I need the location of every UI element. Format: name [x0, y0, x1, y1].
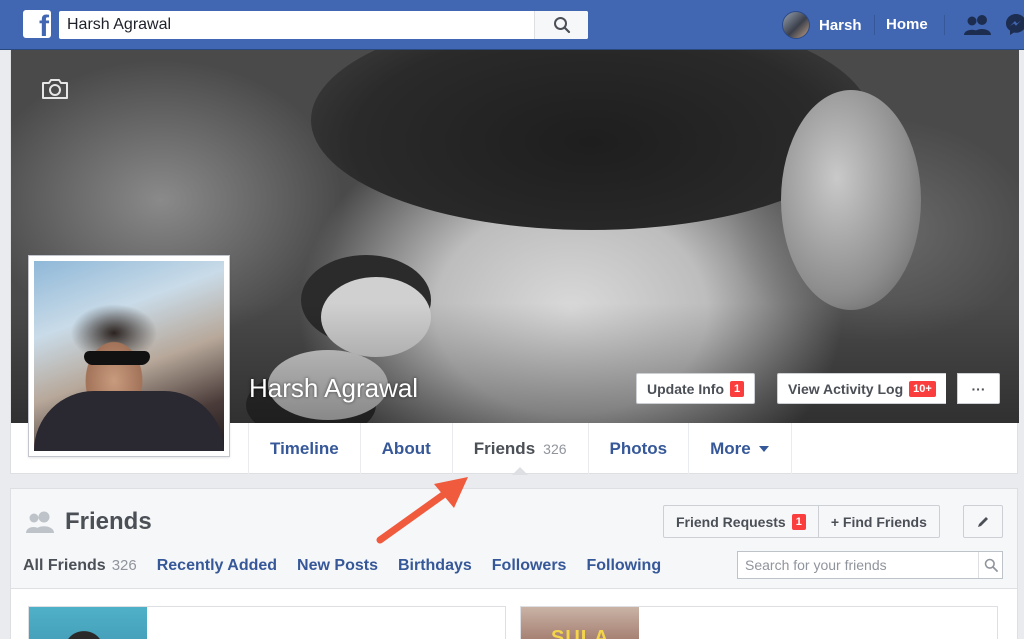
profile-tabs: Timeline About Friends 326 Photos More	[248, 423, 792, 475]
tab-friends-count: 326	[543, 440, 567, 457]
update-info-button[interactable]: Update Info 1	[636, 373, 756, 404]
pencil-icon	[978, 516, 988, 527]
search-icon	[984, 558, 998, 572]
view-activity-log-button[interactable]: View Activity Log 10+	[777, 373, 946, 404]
more-options-button[interactable]: ···	[957, 373, 1000, 404]
update-info-label: Update Info	[647, 380, 724, 397]
tab-friends-label: Friends	[473, 438, 536, 458]
friend-thumbnail-text: SULA	[551, 627, 610, 639]
friends-list: SULA	[11, 588, 1017, 639]
subtab-all-friends-label: All Friends	[23, 557, 106, 574]
friends-section-title[interactable]: Friends	[65, 508, 152, 536]
friend-search-input[interactable]	[738, 552, 976, 578]
profile-name[interactable]: Harsh Agrawal	[249, 373, 418, 404]
subtab-all-friends[interactable]: All Friends 326	[23, 557, 137, 575]
more-options-icon: ···	[971, 380, 986, 397]
friends-section: Friends Friend Requests 1 + Find Friends…	[10, 488, 1018, 639]
subtab-following[interactable]: Following	[586, 557, 661, 575]
profile-header-card: Harsh Agrawal Update Info 1 View Activit…	[10, 50, 1019, 475]
tab-more-label: More	[710, 438, 751, 458]
friends-action-buttons: Friend Requests 1 + Find Friends	[663, 505, 940, 538]
edit-button[interactable]	[963, 505, 1003, 538]
global-search-box	[59, 11, 588, 39]
view-activity-log-badge: 10+	[909, 380, 936, 397]
update-info-badge: 1	[730, 380, 745, 397]
friend-search-button[interactable]	[978, 552, 1002, 578]
cover-photo-ear	[781, 90, 921, 310]
top-navigation-bar: f Harsh Home	[0, 0, 1024, 50]
profile-picture-body	[34, 391, 224, 451]
annotation-arrow	[376, 477, 468, 544]
friend-thumbnail[interactable]	[29, 607, 147, 639]
profile-picture[interactable]	[28, 255, 230, 457]
profile-picture-image	[34, 261, 224, 451]
avatar	[782, 11, 810, 39]
subtab-new-posts[interactable]: New Posts	[297, 557, 378, 575]
caret-down-icon	[758, 445, 769, 452]
tab-friends[interactable]: Friends 326	[453, 423, 589, 475]
friend-requests-button[interactable]: Friend Requests 1	[664, 506, 818, 537]
subtab-birthdays[interactable]: Birthdays	[398, 557, 472, 575]
divider	[944, 15, 945, 35]
subtab-all-friends-count: 326	[111, 557, 137, 574]
subtab-recently-added[interactable]: Recently Added	[157, 557, 277, 575]
tab-about-label: About	[381, 438, 431, 458]
friends-icon	[26, 511, 54, 533]
subtab-followers[interactable]: Followers	[492, 557, 567, 575]
home-link[interactable]: Home	[886, 16, 928, 33]
friend-requests-badge: 1	[791, 513, 806, 530]
friend-search-box	[737, 551, 1003, 579]
divider	[874, 15, 875, 35]
search-icon	[554, 17, 571, 34]
find-friends-button[interactable]: + Find Friends	[817, 506, 939, 537]
profile-picture-glasses	[84, 351, 150, 365]
top-user-name: Harsh	[819, 16, 862, 34]
camera-icon[interactable]	[41, 78, 69, 100]
friend-requests-label: Friend Requests	[676, 513, 786, 530]
friends-subtabs: All Friends 326 Recently Added New Posts …	[23, 557, 681, 575]
top-profile-link[interactable]: Harsh	[782, 10, 862, 40]
friend-requests-icon[interactable]	[963, 14, 993, 36]
tab-timeline-label: Timeline	[270, 438, 339, 458]
facebook-logo-icon[interactable]: f	[23, 10, 51, 38]
friend-thumbnail[interactable]: SULA	[521, 607, 639, 639]
tab-photos-label: Photos	[609, 438, 668, 458]
list-item[interactable]	[28, 606, 506, 639]
list-item[interactable]: SULA	[520, 606, 998, 639]
facebook-logo-letter: f	[39, 10, 49, 38]
tab-timeline[interactable]: Timeline	[249, 423, 361, 474]
tab-more[interactable]: More	[689, 423, 792, 474]
global-search-input[interactable]	[59, 11, 529, 39]
tab-about[interactable]: About	[361, 423, 453, 474]
view-activity-log-label: View Activity Log	[788, 380, 904, 397]
search-button[interactable]	[534, 11, 588, 39]
find-friends-label: + Find Friends	[830, 513, 927, 530]
messenger-icon[interactable]	[1005, 13, 1024, 37]
tab-photos[interactable]: Photos	[589, 423, 690, 474]
